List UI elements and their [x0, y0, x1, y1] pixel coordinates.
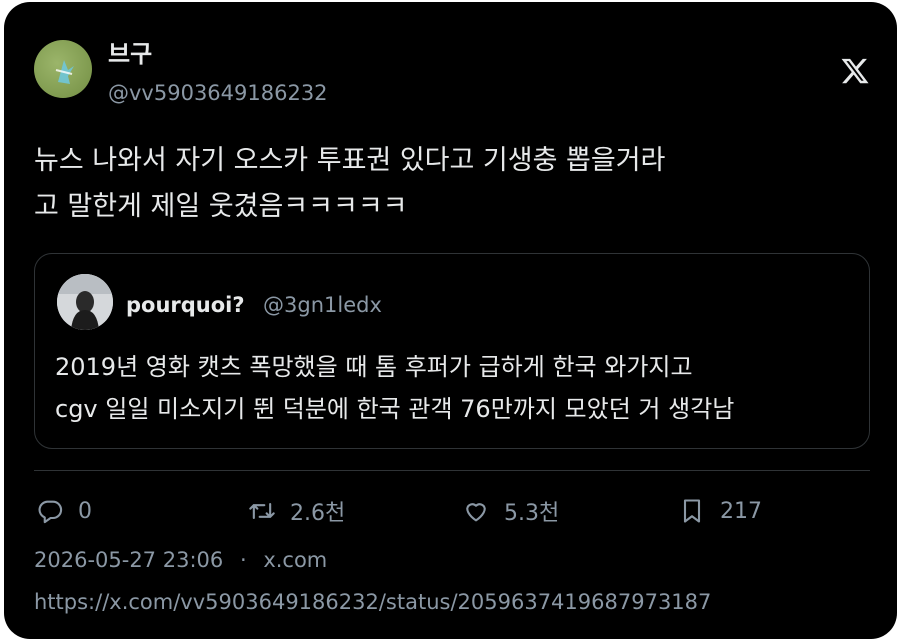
retweet-button[interactable]: 2.6천 — [248, 494, 345, 528]
tweet-url[interactable]: https://x.com/vv5903649186232/status/205… — [34, 588, 711, 616]
reply-button[interactable]: 0 — [36, 494, 92, 528]
quoted-tweet-text: 2019년 영화 캣츠 폭망했을 때 톰 후퍼가 급하게 한국 와가지고 cgv… — [55, 346, 855, 430]
source-site[interactable]: x.com — [263, 548, 327, 572]
x-logo-icon[interactable] — [840, 56, 870, 86]
quoted-tweet-text-line: 2019년 영화 캣츠 폭망했을 때 톰 후퍼가 급하게 한국 와가지고 — [55, 353, 693, 381]
heart-icon — [466, 503, 486, 522]
tweet-card: 브구 @vv5903649186232 뉴스 나와서 자기 오스카 투표권 있다… — [4, 2, 897, 639]
quoted-tweet-text-line: cgv 일일 미소지기 뛴 덕분에 한국 관객 76만까지 모았던 거 생각남 — [55, 395, 735, 423]
timestamp[interactable]: 2026-05-27 23:06 — [34, 548, 223, 572]
like-count: 5.3천 — [504, 501, 560, 526]
like-button[interactable]: 5.3천 — [462, 494, 559, 528]
tweet-text-line: 뉴스 나와서 자기 오스카 투표권 있다고 기생충 뽑을거라 — [34, 145, 666, 176]
tweet-meta: 2026-05-27 23:06 · x.com — [34, 546, 327, 574]
bookmark-button[interactable]: 217 — [678, 494, 762, 528]
author-avatar[interactable] — [34, 40, 92, 98]
reply-count: 0 — [78, 498, 92, 524]
avatar-image — [55, 60, 74, 84]
retweet-icon — [249, 502, 275, 520]
meta-separator: · — [239, 548, 247, 572]
reply-icon — [38, 500, 63, 524]
author-display-name[interactable]: 브구 — [108, 40, 152, 68]
author-handle[interactable]: @vv5903649186232 — [108, 80, 328, 106]
quoted-author-avatar[interactable] — [57, 274, 113, 330]
quoted-author-display-name[interactable]: pourquoi? — [126, 292, 245, 318]
bookmark-icon — [683, 499, 701, 523]
retweet-count: 2.6천 — [290, 501, 346, 526]
quoted-avatar-image — [57, 274, 113, 330]
quoted-tweet[interactable]: pourquoi? @3gn1ledx 2019년 영화 캣츠 폭망했을 때 톰… — [34, 253, 870, 449]
quoted-author-handle[interactable]: @3gn1ledx — [263, 292, 382, 318]
divider — [34, 470, 870, 471]
bookmark-count: 217 — [720, 498, 762, 524]
tweet-text: 뉴스 나와서 자기 오스카 투표권 있다고 기생충 뽑을거라 고 말한게 제일 … — [34, 138, 854, 230]
tweet-text-line: 고 말한게 제일 웃겼음ㅋㅋㅋㅋㅋ — [34, 191, 408, 222]
